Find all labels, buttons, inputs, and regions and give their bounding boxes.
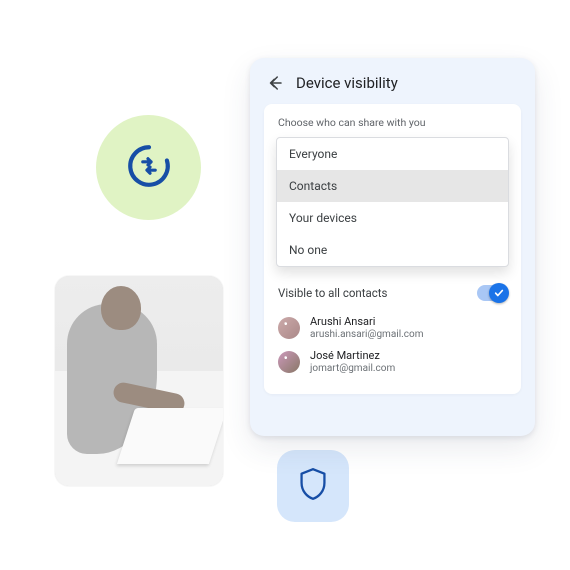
sync-badge [96, 115, 201, 220]
photo-card [55, 276, 223, 486]
option-contacts[interactable]: Contacts [277, 170, 508, 202]
contact-email: jomart@gmail.com [310, 363, 395, 376]
device-visibility-panel: Device visibility Choose who can share w… [250, 58, 535, 436]
avatar [278, 317, 300, 339]
choose-label: Choose who can share with you [264, 116, 521, 137]
shield-icon [299, 468, 327, 504]
contact-row[interactable]: Arushi Ansari arushi.ansari@gmail.com [264, 311, 521, 345]
contact-name: José Martinez [310, 349, 395, 363]
option-everyone[interactable]: Everyone [277, 138, 508, 170]
shield-badge [277, 450, 349, 522]
contact-row[interactable]: José Martinez jomart@gmail.com [264, 345, 521, 379]
option-no-one[interactable]: No one [277, 234, 508, 266]
visible-to-all-contacts-label: Visible to all contacts [278, 286, 387, 300]
check-icon [489, 283, 509, 303]
page-title: Device visibility [296, 74, 398, 92]
back-button[interactable] [264, 72, 286, 94]
avatar [278, 351, 300, 373]
option-your-devices[interactable]: Your devices [277, 202, 508, 234]
visible-to-all-contacts-toggle[interactable] [477, 285, 507, 301]
contact-email: arushi.ansari@gmail.com [310, 329, 423, 342]
sync-icon [124, 141, 174, 195]
contact-name: Arushi Ansari [310, 315, 423, 329]
visibility-dropdown[interactable]: Everyone Contacts Your devices No one [276, 137, 509, 267]
visibility-card: Choose who can share with you Everyone C… [264, 104, 521, 394]
